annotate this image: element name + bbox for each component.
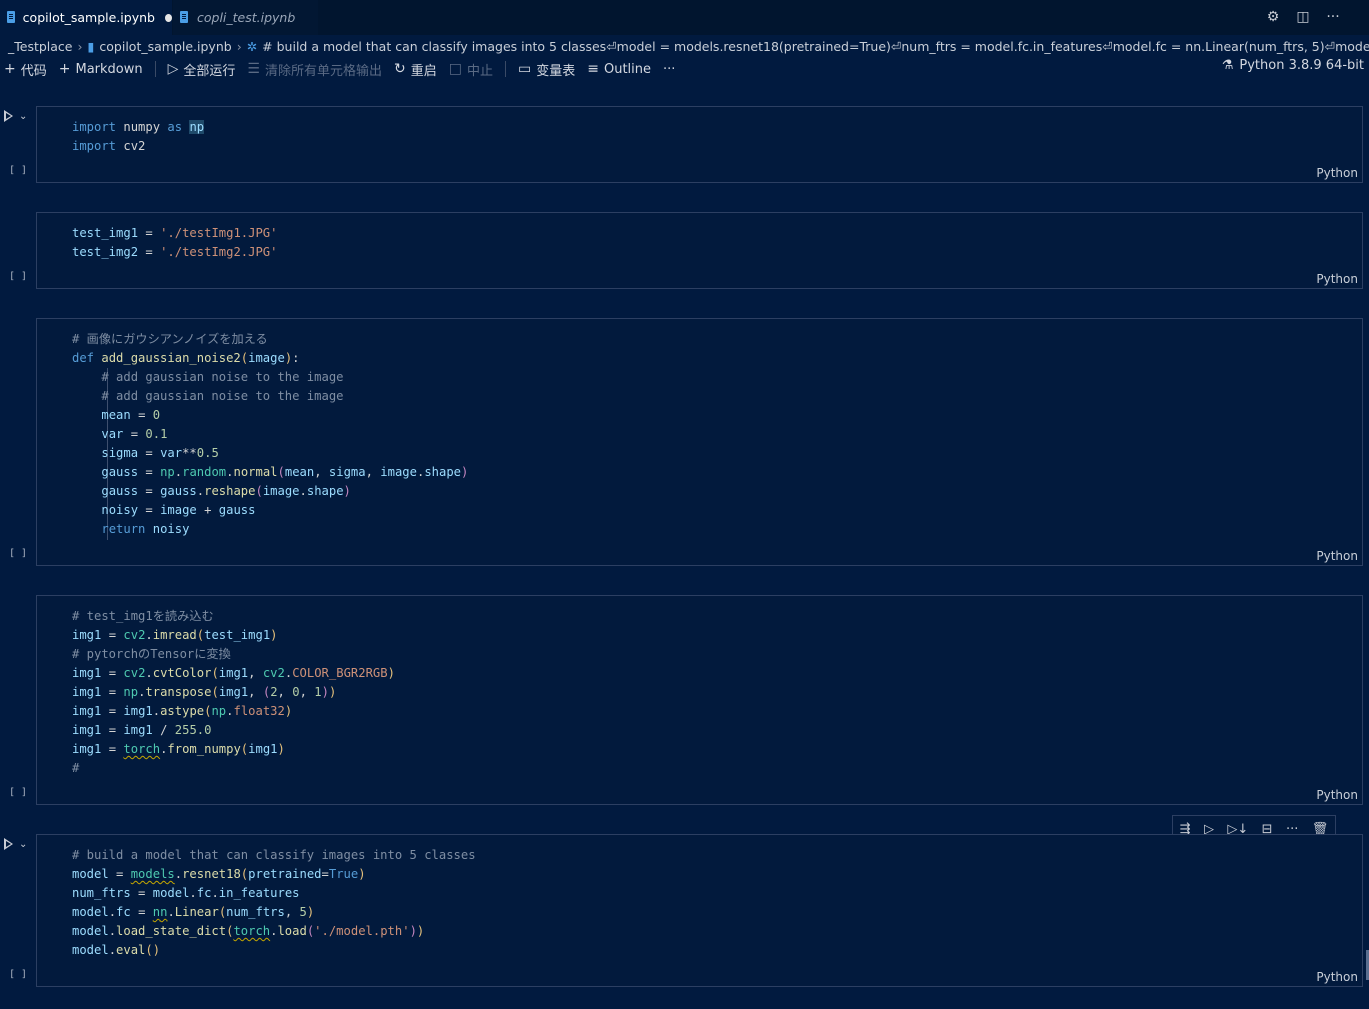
tab-bar: copilot_sample.ipynb copli_test.ipynb ⚙ … <box>0 0 1369 35</box>
outline-button[interactable]: ≡ Outline <box>587 61 651 77</box>
notebook-file-icon: ▮ <box>87 38 95 54</box>
tab-copilot-sample[interactable]: copilot_sample.ipynb <box>0 0 172 35</box>
tab-label: copilot_sample.ipynb <box>22 10 155 25</box>
more-actions-icon[interactable]: ··· <box>1325 9 1341 25</box>
cell-editor[interactable]: test_img1 = './testImg1.JPG' test_img2 =… <box>72 224 277 262</box>
breadcrumb-file[interactable]: copilot_sample.ipynb <box>99 39 231 54</box>
restart-icon: ↻ <box>394 61 406 77</box>
cell-editor[interactable]: # test_img1を読み込む img1 = cv2.imread(test_… <box>72 607 395 778</box>
plus-icon: + <box>58 61 71 77</box>
plus-icon: + <box>4 61 16 77</box>
cell-run-control[interactable]: ⌄ <box>4 110 27 122</box>
tab-copli-test[interactable]: copli_test.ipynb <box>173 0 318 35</box>
python-icon: ✲ <box>246 38 258 54</box>
variables-icon: ▭ <box>518 61 532 77</box>
split-editor-icon[interactable]: ◫ <box>1295 9 1311 25</box>
code-cell[interactable]: import numpy as np import cv2 Python <box>36 106 1363 183</box>
cell-language[interactable]: Python <box>1316 970 1358 984</box>
divider <box>154 61 156 77</box>
cell-editor[interactable]: # 画像にガウシアンノイズを加える def add_gaussian_noise… <box>72 330 468 539</box>
kernel-picker[interactable]: ⚗ Python 3.8.9 64-bit <box>1222 58 1364 73</box>
breadcrumb-cell[interactable]: # build a model that can classify images… <box>262 39 1369 54</box>
breadcrumb-folder[interactable]: _Testplace <box>8 39 73 54</box>
chevron-right-icon: › <box>77 38 83 54</box>
cell-language[interactable]: Python <box>1316 272 1358 286</box>
notebook-file-icon <box>179 11 190 24</box>
variables-button[interactable]: ▭ 变量表 <box>518 60 575 79</box>
cell-language[interactable]: Python <box>1316 549 1358 563</box>
list-icon: ≡ <box>587 61 599 77</box>
execution-count: [ ] <box>9 165 28 176</box>
breadcrumb: _Testplace › ▮ copilot_sample.ipynb › ✲ … <box>0 36 1369 56</box>
cell-language[interactable]: Python <box>1316 788 1358 802</box>
code-cell[interactable]: test_img1 = './testImg1.JPG' test_img2 =… <box>36 212 1363 289</box>
cell-editor[interactable]: # build a model that can classify images… <box>72 846 476 960</box>
cell-editor[interactable]: import numpy as np import cv2 <box>72 118 205 156</box>
code-cell[interactable]: # 画像にガウシアンノイズを加える def add_gaussian_noise… <box>36 318 1363 566</box>
add-code-button[interactable]: + 代码 <box>4 60 47 79</box>
restart-button[interactable]: ↻ 重启 <box>394 60 437 79</box>
notebook-toolbar: + 代码 + Markdown ▷ 全部运行 ☰ 清除所有单元格输出 ↻ 重启 □ 中止 ▭… <box>0 58 1369 80</box>
execution-count: [ ] <box>9 271 28 282</box>
run-cell-icon[interactable] <box>4 110 13 122</box>
divider <box>505 61 506 77</box>
code-cell[interactable]: # test_img1を読み込む img1 = cv2.imread(test_… <box>36 595 1363 805</box>
chevron-right-icon: › <box>236 38 242 54</box>
code-cell[interactable]: # build a model that can classify images… <box>36 834 1363 987</box>
clear-outputs-button[interactable]: ☰ 清除所有单元格输出 <box>247 60 382 79</box>
tab-label: copli_test.ipynb <box>197 10 296 25</box>
interrupt-button[interactable]: □ 中止 <box>449 60 493 79</box>
more-button[interactable]: ··· <box>663 62 675 77</box>
code-line: import <box>72 120 117 134</box>
run-cell-icon[interactable] <box>4 838 13 850</box>
clear-all-icon: ☰ <box>247 61 260 77</box>
kernel-icon: ⚗ <box>1221 58 1234 73</box>
execution-count: [ ] <box>9 787 28 798</box>
run-all-icon: ▷ <box>167 61 179 77</box>
execution-count: [ ] <box>9 548 28 559</box>
chevron-down-icon[interactable]: ⌄ <box>19 111 27 122</box>
run-all-button[interactable]: ▷ 全部运行 <box>168 60 236 79</box>
stop-icon: □ <box>448 61 462 77</box>
chevron-down-icon[interactable]: ⌄ <box>19 839 27 850</box>
cell-language[interactable]: Python <box>1316 166 1358 180</box>
add-markdown-button[interactable]: + Markdown <box>59 61 143 77</box>
cell-run-control[interactable]: ⌄ <box>4 838 27 850</box>
unsaved-dot-icon[interactable] <box>164 13 172 22</box>
execution-count: [ ] <box>9 969 28 980</box>
gear-icon[interactable]: ⚙ <box>1265 9 1281 25</box>
notebook-file-icon <box>6 11 16 24</box>
